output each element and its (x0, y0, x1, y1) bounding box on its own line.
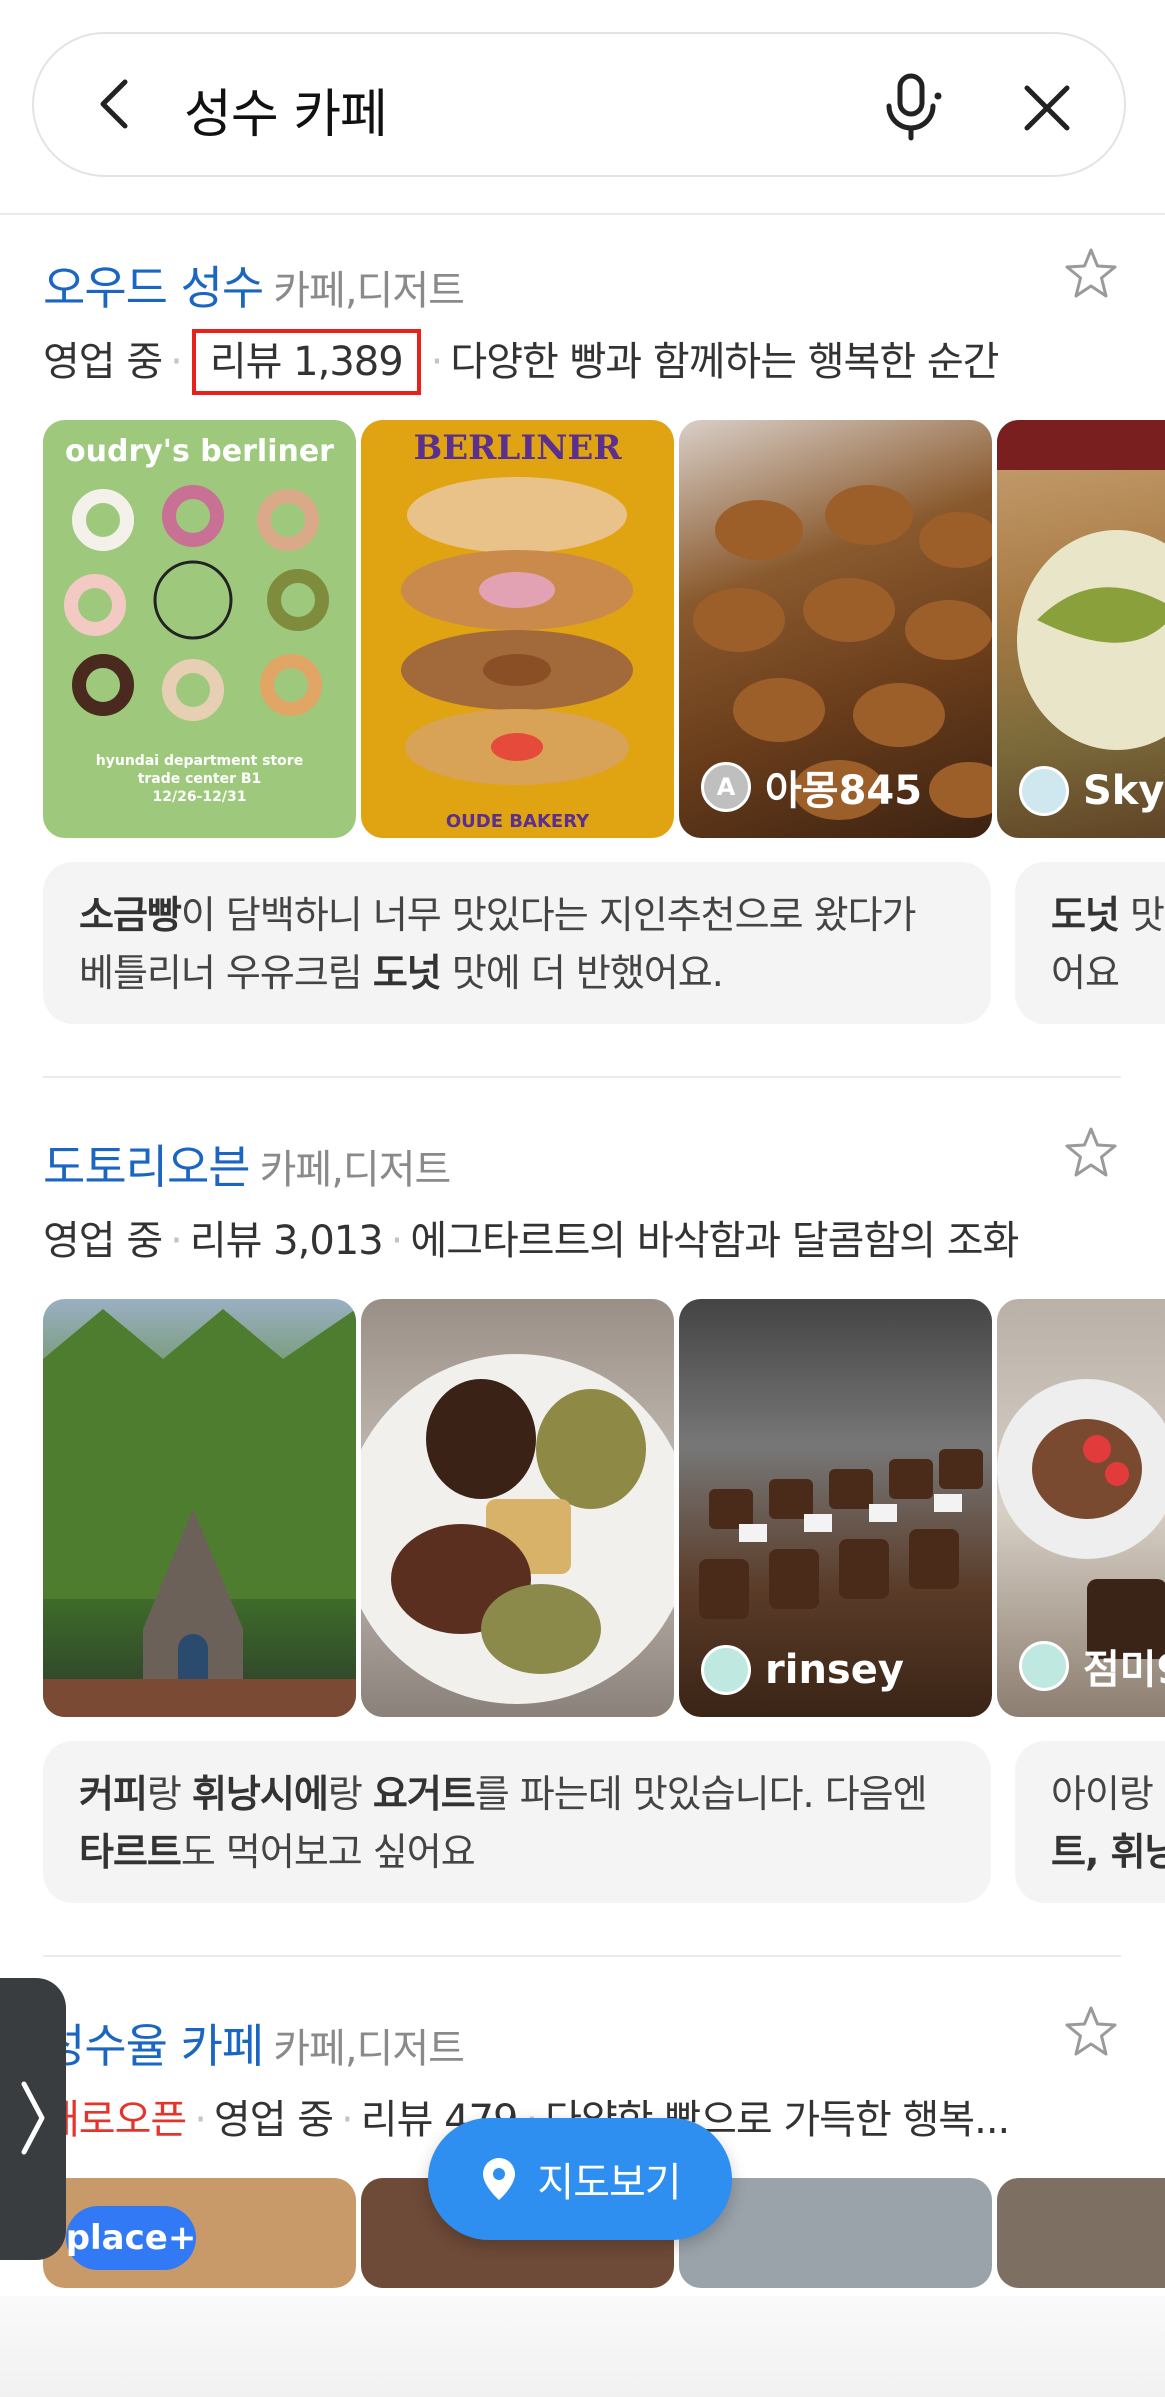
map-view-label: 지도보기 (537, 2160, 681, 2206)
status-text: 영업 중 (43, 1218, 163, 1264)
review-snippet[interactable]: 소금빵이 담백하니 너무 맛있다는 지인추천으로 왔다가 베틀리너 우유크림 도… (43, 862, 991, 1024)
back-arrow-icon[interactable] (89, 76, 145, 132)
poster-subtitle: hyundai department store trade center B1… (95, 753, 304, 805)
building-illustration (43, 1309, 356, 1717)
result-title-row: 도토리오븐 카페,디저트 (43, 1131, 452, 1197)
status-text: 영업 중 (43, 339, 163, 385)
microphone-icon[interactable] (874, 70, 948, 144)
place-category: 카페,디저트 (259, 1147, 452, 1193)
photo-thumbnail[interactable] (43, 1299, 356, 1717)
donut-illustration (64, 485, 329, 721)
place-name[interactable]: 도토리오븐 (43, 1140, 251, 1194)
photo-author-name: SkyV (1083, 768, 1165, 814)
photo-thumbnail[interactable]: 점미9 (997, 1299, 1165, 1717)
status-text: 영업 중 (213, 2097, 334, 2143)
divider (0, 213, 1165, 215)
map-view-button[interactable]: 지도보기 (428, 2118, 732, 2240)
photo-author: SkyV (1019, 766, 1165, 816)
avatar (1019, 1641, 1069, 1691)
poster-title: oudry's berliner (65, 434, 334, 469)
photo-carousel[interactable]: oudry's berliner hyundai department stor… (43, 420, 1165, 838)
star-icon[interactable] (1063, 1125, 1119, 1181)
photo-author-name: rinsey (765, 1647, 904, 1693)
avatar (1019, 766, 1069, 816)
photo-author: A 아몽845 (701, 758, 922, 816)
review-count[interactable]: 리뷰 1,389 (191, 329, 421, 395)
close-icon[interactable] (1019, 80, 1075, 136)
photo-thumbnail[interactable]: SkyV (997, 420, 1165, 838)
side-drawer-handle[interactable] (0, 1978, 66, 2260)
photo-thumbnail[interactable]: rinsey (679, 1299, 992, 1717)
review-snippets[interactable]: 커피랑 휘낭시에랑 요거트를 파는데 맛있습니다. 다음엔 타르트도 먹어보고 … (43, 1741, 1165, 1903)
place-category: 카페,디저트 (273, 2026, 465, 2072)
review-snippet[interactable]: 커피랑 휘낭시에랑 요거트를 파는데 맛있습니다. 다음엔 타르트도 먹어보고 … (43, 1741, 991, 1903)
divider (43, 1076, 1121, 1078)
chevron-right-icon (21, 2081, 45, 2155)
star-icon[interactable] (1063, 246, 1119, 302)
place-category: 카페,디저트 (273, 268, 465, 314)
star-icon[interactable] (1063, 2004, 1119, 2060)
photo-thumbnail[interactable] (997, 2178, 1165, 2288)
photo-author-name: 점미9 (1083, 1647, 1165, 1693)
photo-thumbnail[interactable]: oudry's berliner hyundai department stor… (43, 420, 356, 838)
review-snippet[interactable]: 도넛 맛 어요 (1015, 862, 1165, 1024)
place-plus-badge: place+ (66, 2206, 196, 2270)
result-title-row: 오우드 성수 카페,디저트 (43, 252, 465, 318)
search-input[interactable]: 성수 카페 (184, 72, 388, 147)
location-pin-icon (483, 2158, 516, 2200)
bottom-fade (0, 2296, 1165, 2397)
photo-author-name: 아몽845 (765, 768, 923, 814)
photo-thumbnail[interactable] (361, 1299, 674, 1717)
place-meta: 영업 중 · 리뷰 1,389 · 다양한 빵과 함께하는 행복한 순간 (43, 329, 999, 395)
poster-subtitle: OUDE BAKERY (445, 811, 590, 832)
avatar: A (701, 762, 751, 812)
berliner-stack-illustration (401, 477, 633, 785)
photo-thumbnail[interactable]: A 아몽845 (679, 420, 992, 838)
place-name[interactable]: 성수율 카페 (43, 2019, 264, 2073)
review-count[interactable]: 리뷰 3,013 (190, 1218, 384, 1264)
result-title-row: 성수율 카페 카페,디저트 (43, 2010, 465, 2076)
review-snippet[interactable]: 아이랑 트, 휘낭 (1015, 1741, 1165, 1903)
place-meta: 영업 중 · 리뷰 3,013 · 에그타르트의 바삭함과 달콤함의 조화 (43, 1218, 1019, 1264)
divider (43, 1955, 1121, 1957)
place-name[interactable]: 오우드 성수 (43, 261, 264, 315)
photo-author: rinsey (701, 1645, 904, 1695)
avatar (701, 1645, 751, 1695)
place-description: 다양한 빵과 함께하는 행복한 순간 (450, 339, 999, 385)
place-description: 에그타르트의 바삭함과 달콤함의 조화 (410, 1218, 1019, 1264)
plate-illustration (361, 1354, 674, 1704)
poster-title: BERLINER (413, 428, 622, 468)
photo-author: 점미9 (1019, 1637, 1165, 1695)
photo-thumbnail[interactable]: BERLINER OUDE BAKERY (361, 420, 674, 838)
review-snippets[interactable]: 소금빵이 담백하니 너무 맛있다는 지인추천으로 왔다가 베틀리너 우유크림 도… (43, 862, 1165, 1024)
search-bar[interactable]: 성수 카페 (32, 32, 1126, 177)
photo-carousel[interactable]: rinsey 점미9 (43, 1299, 1165, 1717)
